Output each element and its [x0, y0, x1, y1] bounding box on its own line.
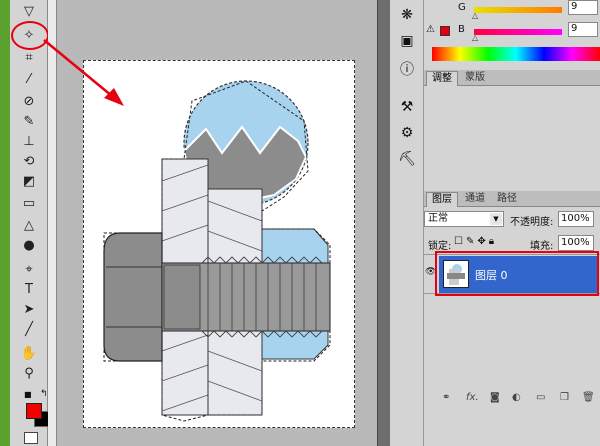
zoom-icon[interactable]: ⚲ [18, 364, 40, 382]
tab-channels[interactable]: 通道 [460, 192, 490, 207]
clone-source-icon[interactable]: ⛏ [398, 150, 416, 168]
warning-icon: ⚠ [426, 24, 435, 35]
dodge-icon[interactable]: ● [18, 236, 40, 254]
crop-icon[interactable]: ⌗ [18, 48, 40, 66]
color-swatch[interactable] [440, 26, 450, 36]
g-value-input[interactable]: 9 [568, 0, 598, 15]
lock-options[interactable]: ☐✎✥🔒︎ [454, 236, 497, 247]
opacity-label: 不透明度: [510, 217, 554, 228]
color-panel: G △ 9 ⚠ B △ 9 [424, 0, 600, 64]
tab-mask[interactable]: 蒙版 [460, 71, 490, 86]
fill-input[interactable]: 100% [558, 235, 594, 251]
layers-footer: ⚭ fx. ◙ ◐ ▭ ❐ 🗑︎ [424, 391, 600, 407]
foreground-color-swatch[interactable] [26, 403, 42, 419]
eyedropper-icon[interactable]: ⁄ [18, 70, 40, 88]
color-spectrum[interactable] [432, 47, 600, 61]
image-icon[interactable]: ▣ [398, 32, 416, 50]
blend-mode-value: 正常 [428, 213, 448, 224]
left-edge-strip [0, 0, 10, 446]
link-icon[interactable]: ⚭ [442, 392, 450, 403]
blur-icon[interactable]: △ [18, 216, 40, 234]
tool-presets-icon[interactable]: ⚙ [398, 124, 416, 142]
bolt-illustration [103, 80, 331, 422]
move-icon[interactable]: ▽ [18, 2, 40, 20]
mask-icon[interactable]: ◙ [490, 392, 500, 403]
annotation-box [435, 251, 599, 296]
blue-slider-thumb[interactable]: △ [472, 33, 478, 42]
tab-layers[interactable]: 图层 [426, 192, 458, 207]
green-slider-track[interactable] [474, 7, 562, 13]
trash-icon[interactable]: 🗑︎ [582, 392, 595, 403]
blue-slider-row: ⚠ B △ 9 [424, 22, 600, 44]
tab-adjust[interactable]: 调整 [426, 71, 458, 86]
chevron-down-icon: ▼ [490, 213, 502, 225]
brush-icon[interactable]: ✎ [18, 112, 40, 130]
new-layer-icon[interactable]: ❐ [560, 392, 569, 403]
type-icon[interactable]: T [18, 280, 40, 298]
eraser-icon[interactable]: ◩ [18, 172, 40, 190]
opacity-input[interactable]: 100% [558, 211, 594, 227]
blue-slider-track[interactable] [474, 29, 562, 35]
brushes-icon[interactable]: ⚒ [398, 98, 416, 116]
path-select-icon[interactable]: ➤ [18, 300, 40, 318]
stamp-icon[interactable]: ⊥ [18, 132, 40, 150]
b-value-input[interactable]: 9 [568, 22, 598, 37]
green-slider-thumb[interactable]: △ [472, 11, 478, 20]
b-label: B [458, 24, 465, 35]
pen-icon[interactable]: ⌖ [18, 260, 40, 278]
hand-icon[interactable]: ✋ [18, 344, 40, 362]
default-colors-icon[interactable]: ■ [24, 390, 32, 399]
quick-mask-button[interactable] [24, 432, 38, 444]
group-icon[interactable]: ▭ [536, 392, 545, 403]
navigator-icon[interactable]: ❋ [398, 6, 416, 24]
swap-colors-icon[interactable]: ↰ [40, 389, 48, 399]
line-icon[interactable]: ╱ [18, 320, 40, 338]
adjustment-icon[interactable]: ◐ [512, 392, 521, 403]
history-brush-icon[interactable]: ⟲ [18, 152, 40, 170]
lock-label: 锁定: [428, 241, 452, 252]
adjust-tabbar: 调整 蒙版 [424, 70, 600, 86]
healing-icon[interactable]: ⊘ [18, 92, 40, 110]
info-icon[interactable]: ⓘ [398, 60, 416, 78]
annotation-arrow [43, 39, 124, 106]
right-panels: G △ 9 ⚠ B △ 9 调整 蒙版 图层 通道 路径 正常 ▼ 不透明度: … [424, 0, 600, 446]
g-label: G [458, 2, 466, 13]
blend-mode-select[interactable]: 正常 ▼ [424, 211, 504, 227]
layers-panel: 图层 通道 路径 正常 ▼ 不透明度: 100% 锁定: ☐✎✥🔒︎ 填充: 1… [424, 191, 600, 446]
fx-icon[interactable]: fx. [466, 392, 479, 403]
panel-dock-icons: ❋ ▣ ⓘ ⚒ ⚙ ⛏ [390, 0, 424, 446]
green-slider-row: G △ 9 [424, 0, 600, 22]
tab-paths[interactable]: 路径 [492, 192, 522, 207]
panel-separator[interactable] [377, 0, 390, 446]
fill-label: 填充: [530, 241, 554, 252]
gradient-icon[interactable]: ▭ [18, 194, 40, 212]
layers-tabbar: 图层 通道 路径 [424, 191, 600, 207]
